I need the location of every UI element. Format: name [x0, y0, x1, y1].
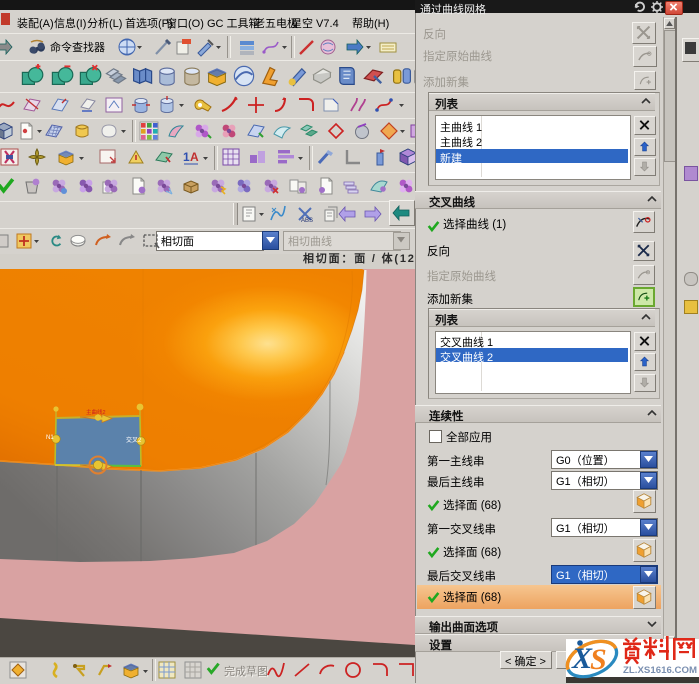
- svg-text:主曲线2: 主曲线2: [86, 408, 106, 416]
- svg-text:ABS: ABS: [301, 218, 313, 224]
- svg-text:1: 1: [183, 150, 190, 164]
- svg-text:交叉2: 交叉2: [126, 436, 142, 444]
- svg-text:ZL.XS1616.COM: ZL.XS1616.COM: [623, 665, 697, 676]
- svg-text:N1: N1: [46, 435, 54, 441]
- svg-text:A: A: [190, 150, 199, 164]
- svg-text:S: S: [590, 643, 607, 676]
